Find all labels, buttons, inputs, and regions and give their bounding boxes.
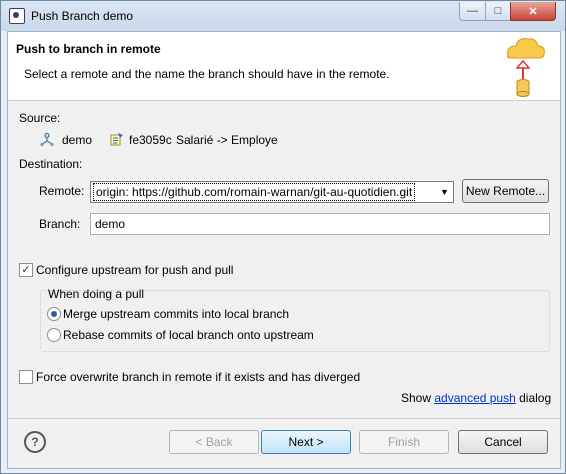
branch-label: Branch:: [39, 217, 81, 231]
minimize-icon: —: [467, 5, 478, 17]
new-remote-button[interactable]: New Remote...: [462, 179, 549, 203]
branch-icon: [40, 133, 54, 147]
minimize-button[interactable]: —: [459, 2, 486, 21]
push-branch-dialog: Push Branch demo — □ ✕ Push to branch in…: [0, 0, 566, 474]
dialog-content: Push to branch in remote Select a remote…: [7, 31, 561, 469]
help-icon[interactable]: ?: [24, 431, 46, 453]
commit-message: Salarié -> Employe: [176, 133, 278, 147]
eclipse-app-icon: [9, 8, 25, 24]
advanced-push-suffix: dialog: [519, 391, 552, 405]
force-overwrite-label[interactable]: Force overwrite branch in remote if it e…: [36, 370, 360, 384]
title-bar[interactable]: Push Branch demo — □ ✕: [1, 1, 565, 31]
advanced-push-prefix: Show: [401, 391, 432, 405]
advanced-push-text: Show advanced push dialog: [401, 391, 551, 405]
commit-icon: [110, 133, 123, 146]
maximize-icon: □: [494, 5, 502, 17]
next-button[interactable]: Next >: [261, 430, 351, 454]
branch-input[interactable]: demo: [90, 213, 550, 235]
wizard-banner: Push to branch in remote Select a remote…: [8, 32, 560, 101]
configure-upstream-checkbox[interactable]: ✓: [19, 263, 33, 277]
finish-button[interactable]: Finish: [359, 430, 449, 454]
push-to-remote-icon: [507, 38, 545, 97]
back-button[interactable]: < Back: [169, 430, 259, 454]
remote-select-value: origin: https://github.com/romain-warnan…: [93, 183, 416, 201]
maximize-button[interactable]: □: [485, 2, 511, 21]
merge-option-label[interactable]: Merge upstream commits into local branch: [63, 307, 289, 321]
close-button[interactable]: ✕: [510, 2, 556, 21]
pull-options-group-label: When doing a pull: [48, 287, 145, 301]
footer-separator: [8, 418, 560, 419]
remote-label: Remote:: [39, 184, 85, 198]
window-title: Push Branch demo: [31, 9, 134, 23]
banner-description: Select a remote and the name the branch …: [24, 67, 390, 81]
remote-select[interactable]: origin: https://github.com/romain-warnan…: [90, 181, 454, 203]
configure-upstream-label[interactable]: Configure upstream for push and pull: [36, 263, 233, 277]
rebase-radio[interactable]: [47, 328, 61, 342]
merge-radio[interactable]: [47, 307, 61, 321]
commit-id: fe3059c: [129, 133, 172, 147]
chevron-down-icon[interactable]: ▼: [436, 182, 453, 202]
cancel-button[interactable]: Cancel: [458, 430, 548, 454]
rebase-option-label[interactable]: Rebase commits of local branch onto upst…: [63, 328, 314, 342]
source-branch-name: demo: [62, 133, 93, 147]
close-icon: ✕: [528, 5, 538, 18]
source-label: Source:: [19, 111, 61, 125]
force-overwrite-checkbox[interactable]: [19, 370, 33, 384]
advanced-push-link[interactable]: advanced push: [434, 391, 515, 405]
banner-title: Push to branch in remote: [16, 42, 161, 56]
destination-label: Destination:: [19, 157, 83, 171]
